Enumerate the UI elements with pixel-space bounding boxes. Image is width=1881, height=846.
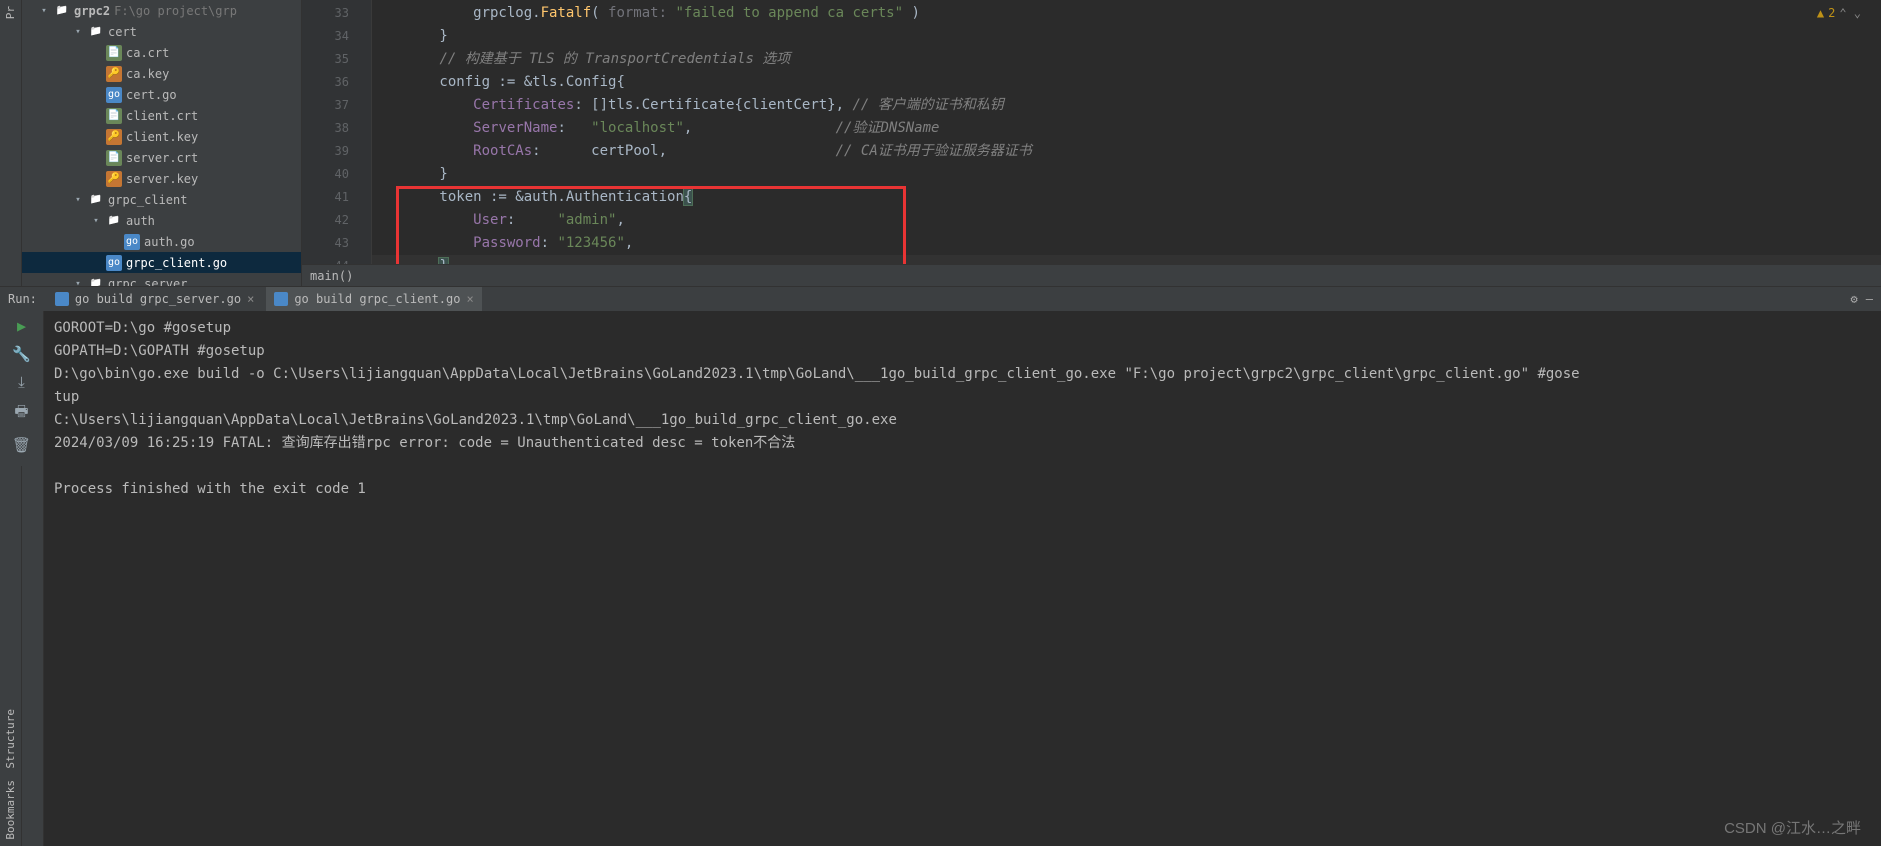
breadcrumb-item[interactable]: main(): [310, 269, 353, 283]
code-line[interactable]: ServerName: "localhost", //验证DNSName: [372, 117, 1881, 140]
folder-icon: [88, 276, 104, 287]
chevron-icon[interactable]: ▾: [72, 279, 84, 287]
tree-label: ca.crt: [126, 46, 169, 60]
tree-row[interactable]: go auth.go: [22, 231, 301, 252]
run-tab[interactable]: go build grpc_client.go ×: [266, 287, 481, 311]
tree-row[interactable]: 📄 client.crt: [22, 105, 301, 126]
chevron-down-icon[interactable]: ▾: [38, 6, 50, 16]
tree-row[interactable]: 🔑 server.key: [22, 168, 301, 189]
tree-label: client.key: [126, 130, 198, 144]
tree-label: cert: [108, 25, 137, 39]
close-icon[interactable]: ×: [247, 292, 254, 306]
gear-icon[interactable]: ⚙: [1851, 292, 1858, 306]
minimize-icon[interactable]: —: [1866, 292, 1873, 306]
left-tool-strip: Pr: [0, 0, 22, 286]
tree-row[interactable]: ▾ auth: [22, 210, 301, 231]
wrench-icon[interactable]: 🔧: [12, 345, 31, 363]
go-file-icon: go: [124, 234, 140, 250]
tree-label: auth.go: [144, 235, 195, 249]
tree-root[interactable]: ▾ grpc2 F:\go project\grp: [22, 0, 301, 21]
run-tab[interactable]: go build grpc_server.go ×: [47, 287, 262, 311]
code-line[interactable]: config := &tls.Config{: [372, 71, 1881, 94]
chevron-icon: ⌃ ⌄: [1839, 6, 1861, 20]
gutter: 33343536373839404142434445464748495051: [302, 0, 372, 264]
go-icon: [274, 292, 288, 306]
tree-label: grpc_server: [108, 277, 187, 287]
warning-icon: ▲: [1817, 6, 1824, 20]
folder-icon: [88, 192, 104, 208]
code-line[interactable]: }: [372, 25, 1881, 48]
run-header: Run: go build grpc_server.go×go build gr…: [0, 287, 1881, 311]
run-tab-label: go build grpc_server.go: [75, 292, 241, 306]
close-icon[interactable]: ×: [466, 292, 473, 306]
breadcrumbs[interactable]: main(): [302, 264, 1881, 286]
code-text[interactable]: grpclog.Fatalf( format: "failed to appen…: [372, 0, 1881, 264]
tree-row[interactable]: go grpc_client.go: [22, 252, 301, 273]
tree-row[interactable]: 🔑 client.key: [22, 126, 301, 147]
go-file-icon: go: [106, 255, 122, 271]
tree-row[interactable]: ▾ grpc_client: [22, 189, 301, 210]
project-tree[interactable]: ▾ grpc2 F:\go project\grp ▾ cert 📄 ca.crt 🔑 c…: [22, 0, 302, 286]
code-line[interactable]: }: [372, 255, 1881, 264]
code-line[interactable]: Password: "123456",: [372, 232, 1881, 255]
run-label: Run:: [8, 292, 37, 306]
code-area[interactable]: 33343536373839404142434445464748495051 g…: [302, 0, 1881, 264]
folder-icon: [88, 24, 104, 40]
code-line[interactable]: User: "admin",: [372, 209, 1881, 232]
chevron-icon[interactable]: ▾: [72, 27, 84, 37]
rerun-icon[interactable]: ▶: [17, 317, 26, 335]
run-tab-label: go build grpc_client.go: [294, 292, 460, 306]
tree-row[interactable]: 📄 ca.crt: [22, 42, 301, 63]
warning-count: 2: [1828, 6, 1835, 20]
folder-icon: [106, 213, 122, 229]
left-bottom-tool-strip: Bookmarks Structure: [0, 466, 22, 846]
chevron-icon[interactable]: ▾: [90, 216, 102, 226]
editor: 33343536373839404142434445464748495051 g…: [302, 0, 1881, 286]
project-tool-tab[interactable]: Pr: [4, 0, 17, 25]
code-line[interactable]: grpclog.Fatalf( format: "failed to appen…: [372, 2, 1881, 25]
tree-label: auth: [126, 214, 155, 228]
tree-root-hint: F:\go project\grp: [114, 4, 237, 18]
go-file-icon: go: [106, 87, 122, 103]
code-line[interactable]: token := &auth.Authentication{: [372, 186, 1881, 209]
code-line[interactable]: RootCAs: certPool, // CA证书用于验证服务器证书: [372, 140, 1881, 163]
bookmarks-tool-tab[interactable]: Bookmarks: [4, 774, 17, 846]
key-file-icon: 🔑: [106, 129, 122, 145]
scroll-icon[interactable]: ⤓: [18, 373, 25, 391]
console-output[interactable]: GOROOT=D:\go #gosetup GOPATH=D:\GOPATH #…: [44, 311, 1881, 846]
tree-label: server.crt: [126, 151, 198, 165]
tree-row[interactable]: ▾ grpc_server: [22, 273, 301, 286]
code-line[interactable]: }: [372, 163, 1881, 186]
tree-row[interactable]: 📄 server.crt: [22, 147, 301, 168]
tree-label: client.crt: [126, 109, 198, 123]
go-icon: [55, 292, 69, 306]
tree-row[interactable]: ▾ cert: [22, 21, 301, 42]
tree-label: ca.key: [126, 67, 169, 81]
cert-file-icon: 📄: [106, 45, 122, 61]
tree-row[interactable]: 🔑 ca.key: [22, 63, 301, 84]
code-line[interactable]: // 构建基于 TLS 的 TransportCredentials 选项: [372, 48, 1881, 71]
tree-label: cert.go: [126, 88, 177, 102]
tree-row[interactable]: go cert.go: [22, 84, 301, 105]
tree-label: grpc_client.go: [126, 256, 227, 270]
trash-icon[interactable]: 🗑: [12, 436, 31, 454]
tree-label: grpc_client: [108, 193, 187, 207]
key-file-icon: 🔑: [106, 66, 122, 82]
structure-tool-tab[interactable]: Structure: [4, 703, 17, 775]
cert-file-icon: 📄: [106, 150, 122, 166]
tree-root-label: grpc2: [74, 4, 110, 18]
code-line[interactable]: Certificates: []tls.Certificate{clientCe…: [372, 94, 1881, 117]
tree-label: server.key: [126, 172, 198, 186]
chevron-icon[interactable]: ▾: [72, 195, 84, 205]
run-panel: Run: go build grpc_server.go×go build gr…: [0, 286, 1881, 846]
run-tabs: go build grpc_server.go×go build grpc_cl…: [47, 287, 482, 311]
cert-file-icon: 📄: [106, 108, 122, 124]
key-file-icon: 🔑: [106, 171, 122, 187]
inspection-badge[interactable]: ▲ 2 ⌃ ⌄: [1817, 6, 1861, 20]
print-icon[interactable]: 🖶: [14, 401, 28, 426]
watermark: CSDN @江水…之畔: [1724, 817, 1861, 838]
folder-icon: [54, 3, 70, 19]
